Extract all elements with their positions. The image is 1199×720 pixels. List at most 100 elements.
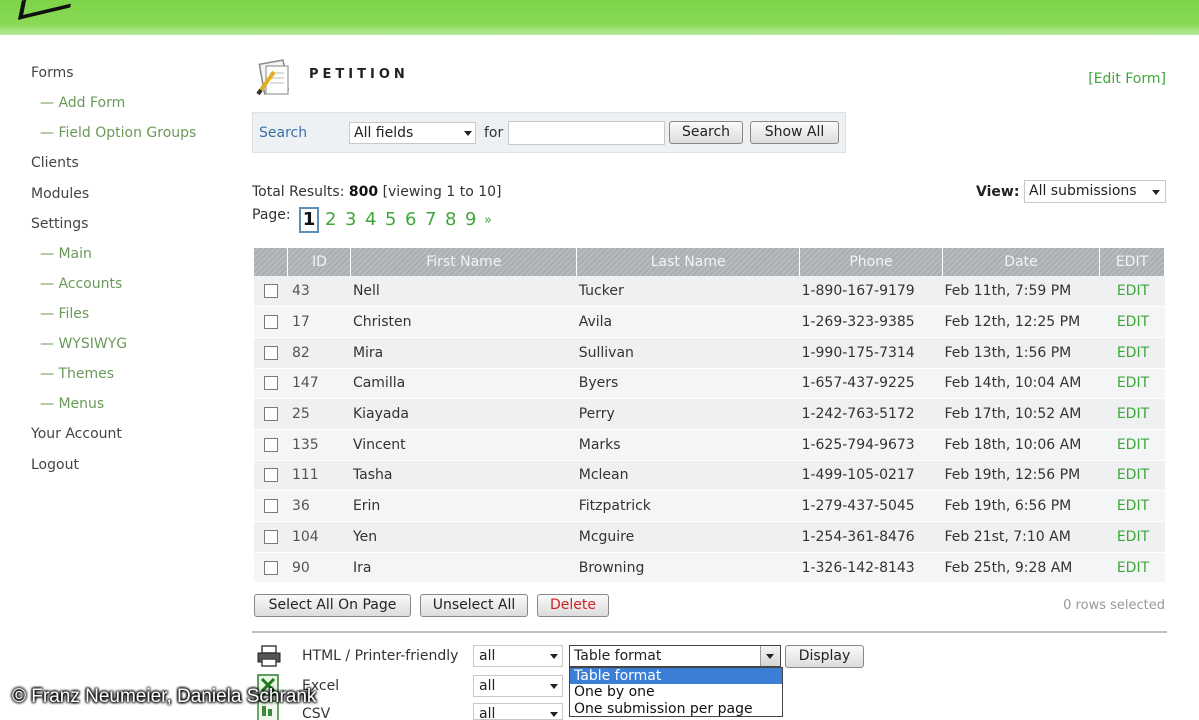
cell-phone: 1-890-167-9179 bbox=[799, 276, 943, 308]
cell-date: Feb 12th, 12:25 PM bbox=[942, 306, 1100, 338]
sidebar-item-wysiwyg[interactable]: WYSIWYG bbox=[40, 336, 127, 352]
sidebar-item-main[interactable]: Main bbox=[40, 246, 91, 262]
cell-id: 135 bbox=[287, 429, 351, 461]
select-all-on-page-button[interactable]: Select All On Page bbox=[254, 594, 411, 617]
search-bar: Search All fields for Search Show All bbox=[252, 112, 846, 153]
printer-icon bbox=[257, 645, 281, 667]
page-next-link[interactable]: » bbox=[484, 213, 492, 228]
cell-id: 43 bbox=[287, 276, 351, 308]
row-checkbox[interactable] bbox=[264, 376, 278, 391]
sidebar-item-files[interactable]: Files bbox=[40, 306, 89, 322]
edit-link[interactable]: EDIT bbox=[1099, 368, 1165, 400]
sidebar-item-label: Menus bbox=[58, 396, 105, 412]
csv-export-select[interactable]: all bbox=[473, 703, 563, 720]
edit-link[interactable]: EDIT bbox=[1099, 490, 1165, 522]
cell-id: 147 bbox=[287, 368, 351, 400]
cell-first-name: Camilla bbox=[350, 368, 577, 400]
csv-export-select-value: all bbox=[479, 706, 496, 720]
table-row: 17 Christen Avila 1-269-323-9385 Feb 12th, 1… bbox=[254, 306, 1165, 338]
row-checkbox-cell bbox=[254, 368, 288, 400]
row-checkbox[interactable] bbox=[264, 560, 278, 575]
show-all-button[interactable]: Show All bbox=[750, 121, 839, 144]
row-checkbox[interactable] bbox=[264, 529, 278, 544]
cell-last-name: Byers bbox=[576, 368, 800, 400]
row-checkbox[interactable] bbox=[264, 407, 278, 422]
edit-link[interactable]: EDIT bbox=[1099, 306, 1165, 338]
search-button[interactable]: Search bbox=[669, 121, 743, 144]
cell-date: Feb 19th, 6:56 PM bbox=[942, 490, 1100, 522]
cell-id: 111 bbox=[287, 460, 351, 492]
table-row: 43 Nell Tucker 1-890-167-9179 Feb 11th, 7:59… bbox=[254, 276, 1165, 308]
edit-link[interactable]: EDIT bbox=[1099, 460, 1165, 492]
edit-link[interactable]: EDIT bbox=[1099, 276, 1165, 308]
row-checkbox[interactable] bbox=[264, 315, 278, 330]
format-option-one-by-one[interactable]: One by one bbox=[570, 684, 782, 700]
cell-last-name: Fitzpatrick bbox=[576, 490, 800, 522]
cell-id: 90 bbox=[287, 552, 351, 584]
cell-first-name: Yen bbox=[350, 521, 577, 553]
sidebar-item-accounts[interactable]: Accounts bbox=[40, 276, 122, 292]
search-field-select[interactable]: All fields bbox=[349, 122, 476, 144]
column-header-first-name[interactable]: First Name bbox=[350, 248, 578, 276]
sidebar-item-clients[interactable]: Clients bbox=[31, 155, 79, 171]
unselect-all-button[interactable]: Unselect All bbox=[420, 594, 528, 617]
page-link-7[interactable]: 7 bbox=[425, 209, 436, 230]
sidebar: Forms Add Form Field Option Groups Clien… bbox=[0, 35, 228, 720]
sidebar-item-menus[interactable]: Menus bbox=[40, 396, 104, 412]
sidebar-item-themes[interactable]: Themes bbox=[40, 366, 114, 382]
column-header-phone[interactable]: Phone bbox=[799, 248, 944, 276]
format-option-one-per-page[interactable]: One submission per page bbox=[570, 701, 782, 717]
format-select-arrow[interactable] bbox=[760, 646, 780, 666]
cell-date: Feb 11th, 7:59 PM bbox=[942, 276, 1100, 308]
column-header-date[interactable]: Date bbox=[942, 248, 1100, 276]
logo-icon bbox=[18, 0, 74, 20]
row-checkbox[interactable] bbox=[264, 345, 278, 360]
sidebar-item-label: Field Option Groups bbox=[58, 125, 197, 141]
row-checkbox[interactable] bbox=[264, 437, 278, 452]
table-row: 104 Yen Mcguire 1-254-361-8476 Feb 21st, 7:1… bbox=[254, 521, 1165, 553]
divider bbox=[252, 631, 1167, 633]
row-checkbox[interactable] bbox=[264, 284, 278, 299]
delete-button[interactable]: Delete bbox=[537, 594, 609, 617]
page-link-5[interactable]: 5 bbox=[385, 209, 396, 230]
html-export-select[interactable]: all bbox=[473, 645, 563, 667]
page-link-3[interactable]: 3 bbox=[345, 209, 356, 230]
cell-last-name: Perry bbox=[576, 398, 800, 430]
row-checkbox-cell bbox=[254, 398, 288, 430]
sidebar-item-logout[interactable]: Logout bbox=[31, 457, 79, 473]
format-option-table[interactable]: Table format bbox=[570, 668, 782, 684]
page-link-8[interactable]: 8 bbox=[445, 209, 456, 230]
sidebar-item-add-form[interactable]: Add Form bbox=[40, 95, 125, 111]
page-link-9[interactable]: 9 bbox=[465, 209, 476, 230]
edit-link[interactable]: EDIT bbox=[1099, 398, 1165, 430]
cell-id: 104 bbox=[287, 521, 351, 553]
column-header-id[interactable]: ID bbox=[287, 248, 352, 276]
edit-link[interactable]: EDIT bbox=[1099, 429, 1165, 461]
sidebar-item-settings[interactable]: Settings bbox=[31, 216, 88, 232]
cell-phone: 1-279-437-5045 bbox=[799, 490, 943, 522]
page-link-6[interactable]: 6 bbox=[405, 209, 416, 230]
row-checkbox[interactable] bbox=[264, 499, 278, 514]
excel-export-select[interactable]: all bbox=[473, 675, 563, 697]
page-link-4[interactable]: 4 bbox=[365, 209, 376, 230]
row-checkbox[interactable] bbox=[264, 468, 278, 483]
page-link-2[interactable]: 2 bbox=[325, 209, 336, 230]
table-row: 90 Ira Browning 1-326-142-8143 Feb 25th, 9:2… bbox=[254, 552, 1165, 584]
total-results-label: Total Results: bbox=[252, 184, 345, 200]
sidebar-item-modules[interactable]: Modules bbox=[31, 186, 89, 202]
column-header-last-name[interactable]: Last Name bbox=[576, 248, 801, 276]
view-select[interactable]: All submissions bbox=[1024, 180, 1166, 203]
display-button[interactable]: Display bbox=[785, 645, 864, 668]
edit-form-link[interactable]: [Edit Form] bbox=[1088, 71, 1166, 87]
search-input[interactable] bbox=[508, 121, 665, 145]
sidebar-item-your-account[interactable]: Your Account bbox=[31, 426, 122, 442]
format-select[interactable]: Table format bbox=[569, 645, 781, 667]
edit-link[interactable]: EDIT bbox=[1099, 552, 1165, 584]
edit-link[interactable]: EDIT bbox=[1099, 337, 1165, 369]
sidebar-item-forms[interactable]: Forms bbox=[31, 65, 74, 81]
edit-link[interactable]: EDIT bbox=[1099, 521, 1165, 553]
cell-last-name: Browning bbox=[576, 552, 800, 584]
cell-first-name: Christen bbox=[350, 306, 577, 338]
sidebar-item-field-option-groups[interactable]: Field Option Groups bbox=[40, 125, 196, 141]
table-row: 147 Camilla Byers 1-657-437-9225 Feb 14th, 1… bbox=[254, 368, 1165, 400]
